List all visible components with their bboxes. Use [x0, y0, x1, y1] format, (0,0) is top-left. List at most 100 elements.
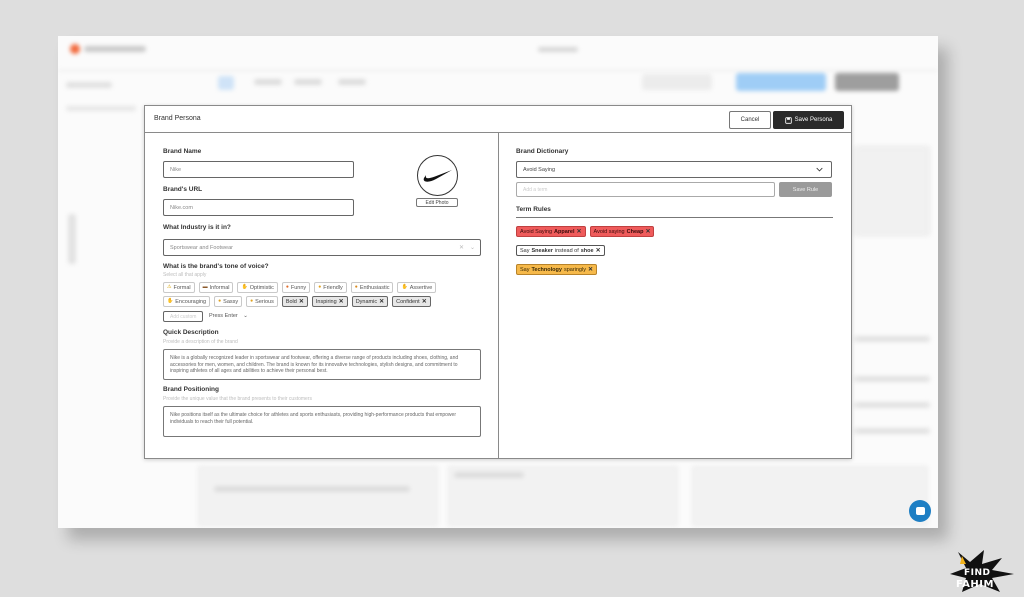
edit-photo-button[interactable]: Edit Photo	[416, 198, 458, 207]
watermark-line2: FAHIM	[956, 579, 994, 590]
brand-url-input[interactable]: Nike.com	[163, 199, 354, 216]
hand-icon: ✋	[167, 298, 174, 304]
rule-say-technology[interactable]: Say Technology sparingly ✕	[516, 264, 597, 275]
tone-tag-optimistic[interactable]: ✋ Optimistic	[237, 282, 278, 293]
rule-term: Apparel	[554, 228, 575, 235]
save-persona-label: Save Persona	[794, 117, 833, 123]
chevron-down-icon	[816, 167, 823, 172]
remove-icon[interactable]: ✕	[299, 298, 304, 305]
remove-icon[interactable]: ✕	[339, 298, 344, 305]
brand-positioning-hint: Provide the unique value that the brand …	[163, 396, 312, 402]
tone-tag-encouraging[interactable]: ✋ Encouraging	[163, 296, 211, 307]
background-row	[854, 336, 930, 342]
remove-icon[interactable]: ✕	[577, 228, 582, 235]
tone-tag-assertive[interactable]: ✋ Assertive	[397, 282, 437, 293]
modal-title: Brand Persona	[154, 115, 201, 122]
cancel-button[interactable]: Cancel	[729, 111, 771, 129]
background-search	[642, 74, 712, 90]
hand-icon: ✋	[401, 284, 408, 290]
watermark: FIND FAHIM	[950, 548, 1020, 594]
tone-tag-dynamic[interactable]: Dynamic ✕	[351, 296, 389, 307]
brand-positioning-textarea[interactable]: Nike positions itself as the ultimate ch…	[163, 406, 481, 437]
rule-middle: instead of	[554, 247, 579, 254]
remove-icon[interactable]: ✕	[422, 298, 427, 305]
term-rules-label: Term Rules	[516, 206, 551, 213]
dictionary-select[interactable]: Avoid Saying	[516, 161, 832, 178]
save-persona-button[interactable]: Save Persona	[773, 111, 844, 129]
rule-avoid-apparel[interactable]: Avoid Saying Apparel ✕	[516, 226, 586, 237]
tone-tag-enthusiastic[interactable]: ● Enthusiastic	[350, 282, 394, 293]
chat-support-button[interactable]	[909, 500, 931, 522]
background-row	[854, 428, 930, 434]
background-tab-active	[218, 76, 234, 90]
tone-tag-label: Assertive	[409, 284, 433, 291]
tone-tag-bold[interactable]: Bold ✕	[281, 296, 308, 307]
brand-url-label: Brand's URL	[163, 186, 203, 193]
custom-tone-input[interactable]: Add custom	[163, 311, 203, 322]
tone-tag-label: Confident	[396, 298, 420, 305]
rule-prefix: Avoid saying	[593, 228, 625, 235]
rule-term-replaced: shoe	[580, 247, 594, 254]
background-card	[198, 466, 438, 526]
tone-tag-confident[interactable]: Confident ✕	[392, 296, 431, 307]
chevron-down-icon[interactable]: ⌄	[470, 244, 475, 251]
background-card	[854, 146, 930, 236]
rule-say-sneaker[interactable]: Say Sneaker instead of shoe ✕	[516, 245, 605, 256]
brand-positioning-label: Brand Positioning	[163, 386, 219, 393]
rule-term: Cheap	[626, 228, 644, 235]
remove-icon[interactable]: ✕	[596, 247, 601, 254]
tone-tag-funny[interactable]: ● Funny	[281, 282, 311, 293]
tone-label: What is the brand's tone of voice?	[163, 263, 269, 270]
background-title	[538, 47, 578, 52]
background-logo-icon	[70, 44, 80, 54]
emoji-icon: ●	[318, 284, 322, 290]
emoji-icon: ●	[250, 298, 254, 304]
clear-icon[interactable]: ✕	[459, 244, 464, 251]
quick-description-label: Quick Description	[163, 329, 219, 336]
chevron-down-icon[interactable]: ⌄	[243, 313, 248, 319]
chat-icon	[915, 507, 925, 515]
tone-tag-label: Sassy	[223, 298, 239, 305]
quick-description-textarea[interactable]: Nike is a globally recognized leader in …	[163, 349, 481, 380]
remove-icon[interactable]: ✕	[379, 298, 384, 305]
tone-tag-label: Informal	[209, 284, 230, 291]
rule-row: Say Technology sparingly ✕	[516, 264, 597, 275]
tone-tag-label: Enthusiastic	[359, 284, 390, 291]
tone-tag-formal[interactable]: ⚠ Formal	[163, 282, 195, 293]
save-rule-button[interactable]: Save Rule	[779, 182, 832, 197]
background-row	[214, 486, 410, 492]
background-tab	[338, 79, 366, 85]
industry-label: What Industry is it in?	[163, 224, 231, 231]
term-rules-list: Avoid Saying Apparel ✕ Avoid saying Cheap ✕ …	[516, 226, 836, 275]
remove-icon[interactable]: ✕	[645, 228, 650, 235]
tone-tag-informal[interactable]: ▬ Informal	[198, 282, 234, 293]
background-row	[854, 376, 930, 382]
tone-tag-friendly[interactable]: ● Friendly	[314, 282, 347, 293]
tone-tag-label: Encouraging	[175, 298, 207, 305]
tone-tag-sassy[interactable]: ● Sassy	[214, 296, 243, 307]
rule-prefix: Avoid Saying	[520, 228, 553, 235]
remove-icon[interactable]: ✕	[588, 266, 593, 273]
rule-avoid-cheap[interactable]: Avoid saying Cheap ✕	[589, 226, 655, 237]
tone-tag-label: Inspiring	[315, 298, 337, 305]
emoji-icon: ●	[354, 284, 358, 290]
tone-tag-serious[interactable]: ● Serious	[246, 296, 278, 307]
tone-tag-label: Dynamic	[355, 298, 378, 305]
industry-select[interactable]: Sportswear and Footwear ✕ ⌄	[163, 239, 481, 256]
quick-description-hint: Provide a description of the brand	[163, 339, 238, 345]
dictionary-select-value: Avoid Saying	[523, 166, 556, 173]
brand-name-input[interactable]: Nike	[163, 161, 354, 178]
tone-tag-label: Bold	[285, 298, 297, 305]
tone-tag-label: Optimistic	[249, 284, 274, 291]
industry-value: Sportswear and Footwear	[170, 244, 233, 251]
tone-tag-label: Serious	[255, 298, 274, 305]
tone-tag-inspiring[interactable]: Inspiring ✕	[311, 296, 348, 307]
background-tab	[294, 79, 322, 85]
save-icon	[784, 116, 792, 124]
brand-dictionary-label: Brand Dictionary	[516, 148, 569, 155]
tone-hint: Select all that apply	[163, 272, 207, 278]
background-sidebar-item	[66, 82, 112, 88]
rule-row: Say Sneaker instead of shoe ✕	[516, 245, 605, 256]
new-term-input[interactable]: Add a term	[516, 182, 775, 197]
background-row	[454, 472, 524, 478]
